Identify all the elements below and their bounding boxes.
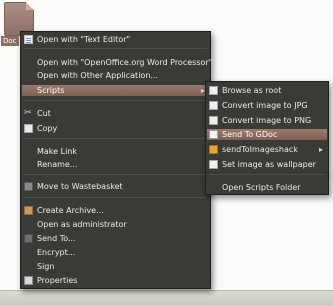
- menu-create-archive[interactable]: Create Archive...: [22, 205, 209, 216]
- menu-rename[interactable]: Rename...: [22, 159, 209, 170]
- context-menu-footer: Properties: [20, 273, 211, 289]
- send-to-icon: [24, 234, 33, 243]
- submenu-send-to-imageshack[interactable]: sendToImageshack ▸: [207, 144, 327, 155]
- separator: [209, 174, 325, 175]
- copy-icon: [24, 124, 33, 133]
- separator: [24, 138, 207, 139]
- script-icon: [209, 116, 218, 125]
- menu-send-to[interactable]: Send To...: [22, 233, 209, 244]
- context-menu: Open with "Text Editor" Open with "OpenO…: [20, 31, 212, 274]
- separator: [24, 100, 207, 101]
- taskbar: [0, 290, 333, 305]
- script-icon: [209, 101, 218, 110]
- scripts-submenu: Browse as root Convert image to JPG Conv…: [205, 81, 329, 174]
- file-label: Doc: [1, 36, 19, 46]
- gdoc-icon: [209, 130, 218, 139]
- menu-scripts[interactable]: Scripts ▸: [22, 85, 209, 96]
- submenu-convert-jpg[interactable]: Convert image to JPG: [207, 100, 327, 111]
- menu-move-to-wastebasket[interactable]: Move to Wastebasket: [22, 181, 209, 192]
- trash-icon: [24, 182, 33, 191]
- menu-copy[interactable]: Copy: [22, 123, 209, 134]
- separator: [24, 174, 207, 175]
- folder-icon: [209, 145, 218, 154]
- menu-open-as-administrator[interactable]: Open as administrator: [22, 219, 209, 230]
- menu-encrypt[interactable]: Encrypt...: [22, 247, 209, 258]
- submenu-open-scripts-folder[interactable]: Open Scripts Folder: [207, 182, 327, 193]
- submenu-browse-as-root[interactable]: Browse as root: [207, 85, 327, 96]
- submenu-arrow-icon: ▸: [318, 145, 323, 154]
- separator: [24, 48, 207, 49]
- archive-icon: [24, 206, 33, 215]
- submenu-send-to-gdoc[interactable]: Send To GDoc: [207, 129, 327, 140]
- menu-cut[interactable]: ✂ Cut: [22, 108, 209, 119]
- menu-properties[interactable]: Properties: [22, 275, 209, 286]
- script-icon: [209, 160, 218, 169]
- submenu-set-wallpaper[interactable]: Set image as wallpaper: [207, 159, 327, 170]
- separator: [24, 197, 207, 198]
- menu-sign[interactable]: Sign: [22, 261, 209, 272]
- properties-icon: [24, 276, 33, 285]
- menu-make-link[interactable]: Make Link: [22, 146, 209, 157]
- menu-open-with-other[interactable]: Open with Other Application...: [22, 70, 209, 81]
- script-icon: [209, 86, 218, 95]
- menu-open-with-openoffice[interactable]: Open with "OpenOffice.org Word Processor…: [22, 57, 212, 68]
- menu-open-with-text-editor[interactable]: Open with "Text Editor": [22, 34, 209, 45]
- text-editor-icon: [24, 35, 33, 44]
- scissors-icon: ✂: [24, 108, 32, 118]
- scripts-submenu-footer: Open Scripts Folder: [205, 173, 329, 195]
- submenu-convert-png[interactable]: Convert image to PNG: [207, 115, 327, 126]
